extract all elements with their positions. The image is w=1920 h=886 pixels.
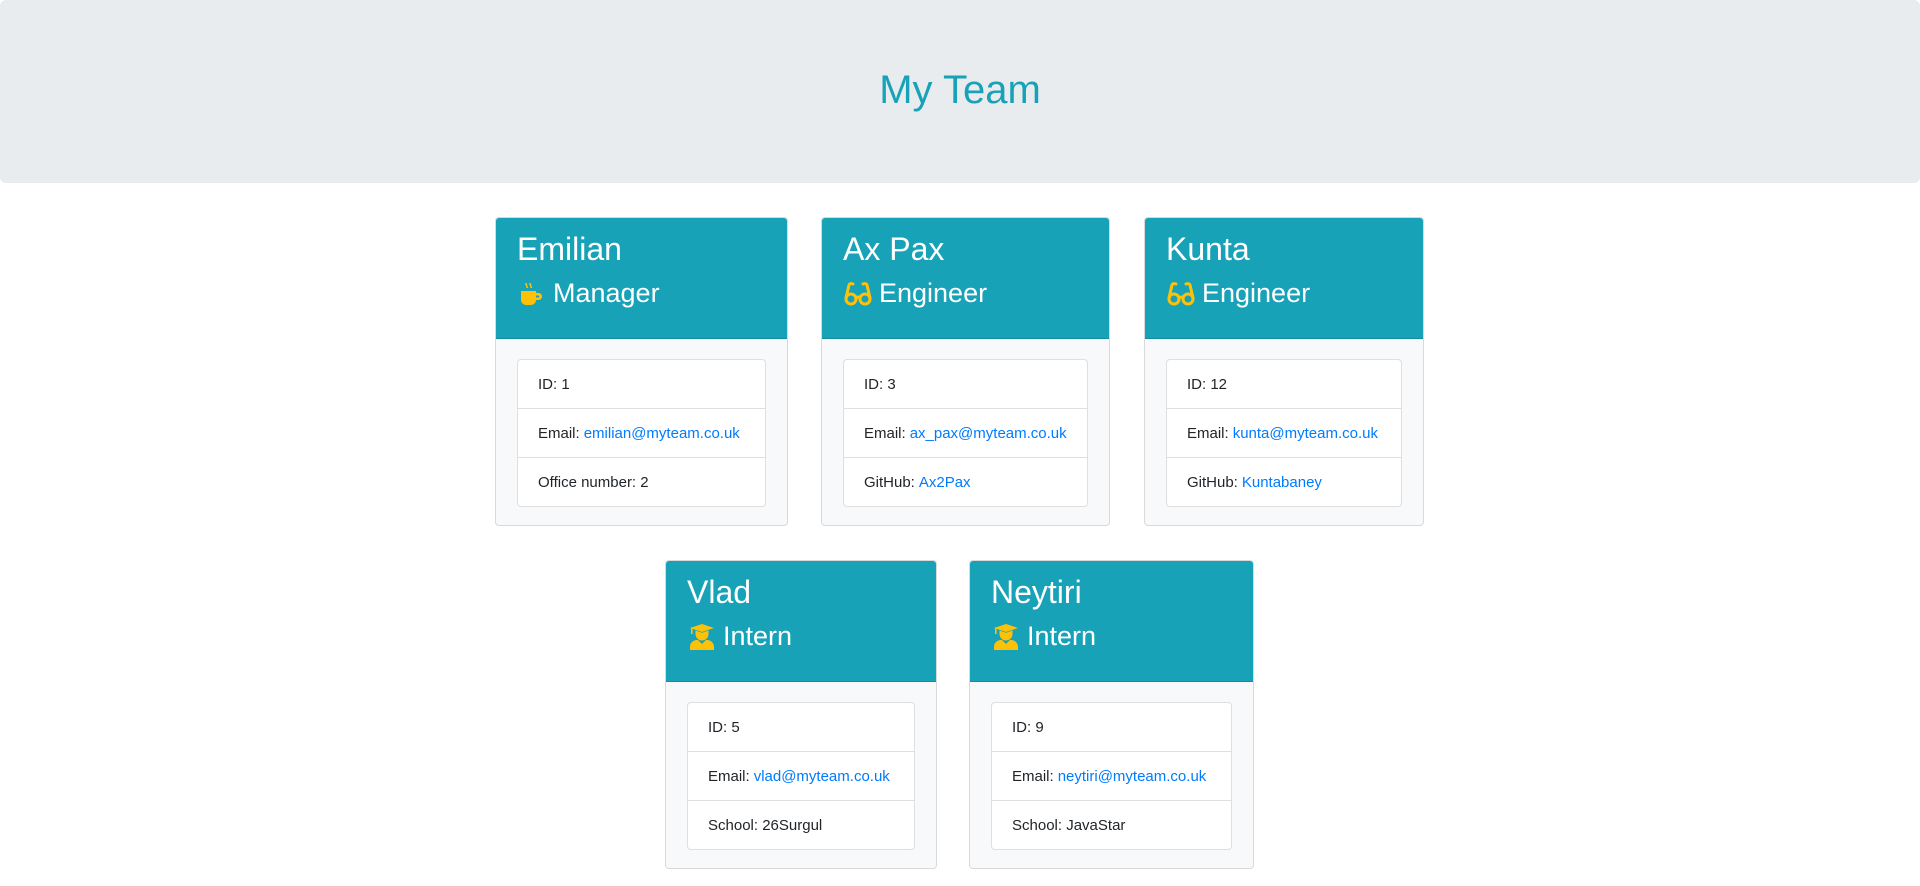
id-row: ID: 3 [844,360,1087,408]
role-label: Engineer [879,278,988,309]
email-link[interactable]: kunta@myteam.co.uk [1233,425,1378,442]
employee-role: Engineer [1166,277,1402,309]
email-row: Email: vlad@myteam.co.uk [688,751,914,800]
employee-name: Ax Pax [843,231,945,267]
email-label: Email: [864,424,906,442]
email-link[interactable]: ax_pax@myteam.co.uk [910,425,1067,442]
id-value: 3 [887,375,896,393]
id-value: 1 [561,375,570,393]
card-body: ID: 1 Email: emilian@myteam.co.uk Office… [496,339,787,525]
employee-role: Intern [687,620,915,652]
school-row: School: 26Surgul [688,800,914,849]
office-number-row: Office number: 2 [518,457,765,506]
glasses-icon [1166,279,1196,309]
card-header: Neytiri Intern [970,561,1253,682]
id-value: 5 [731,718,740,736]
id-row: ID: 9 [992,703,1231,751]
id-value: 9 [1035,718,1044,736]
school-label: School: [1012,816,1063,834]
school-row: School: JavaStar [992,800,1231,849]
email-label: Email: [1187,424,1229,442]
github-link[interactable]: Ax2Pax [919,474,971,491]
id-value: 12 [1210,375,1228,393]
employee-name: Vlad [687,574,752,610]
email-label: Email: [538,424,580,442]
employee-role: Intern [991,620,1232,652]
id-label: ID: [538,375,558,393]
page-header: My Team [0,0,1920,183]
github-label: GitHub: [864,473,915,491]
id-label: ID: [1187,375,1207,393]
card-body: ID: 12 Email: kunta@myteam.co.uk GitHub:… [1145,339,1423,525]
card-header: Ax Pax Engineer [822,218,1109,339]
employee-card: Kunta Engineer ID: 12 Email: kunta@mytea… [1144,217,1424,526]
email-link[interactable]: emilian@myteam.co.uk [584,425,740,442]
id-label: ID: [1012,718,1032,736]
role-label: Engineer [1202,278,1311,309]
details-list: ID: 9 Email: neytiri@myteam.co.uk School… [991,702,1232,850]
card-header: Emilian Manager [496,218,787,339]
role-label: Intern [1027,621,1097,652]
employee-role: Engineer [843,277,1088,309]
office-number-value: 2 [640,473,649,491]
id-row: ID: 1 [518,360,765,408]
glasses-icon [843,279,873,309]
employee-card: Vlad Intern ID: 5 Email: vlad@myteam.co.… [665,560,937,869]
email-row: Email: emilian@myteam.co.uk [518,408,765,457]
email-link[interactable]: neytiri@myteam.co.uk [1058,768,1207,785]
card-body: ID: 5 Email: vlad@myteam.co.uk School: 2… [666,682,936,868]
email-row: Email: neytiri@myteam.co.uk [992,751,1231,800]
email-label: Email: [1012,767,1054,785]
email-label: Email: [708,767,750,785]
details-list: ID: 12 Email: kunta@myteam.co.uk GitHub:… [1166,359,1402,507]
user-graduate-icon [991,622,1021,652]
school-value: 26Surgul [762,816,823,834]
details-list: ID: 1 Email: emilian@myteam.co.uk Office… [517,359,766,507]
mug-hot-icon [517,279,547,309]
employee-name: Neytiri [991,574,1082,610]
card-header: Kunta Engineer [1145,218,1423,339]
details-list: ID: 5 Email: vlad@myteam.co.uk School: 2… [687,702,915,850]
employee-name: Kunta [1166,231,1250,267]
employee-card: Neytiri Intern ID: 9 Email: neytiri@myte… [969,560,1254,869]
employee-card: Ax Pax Engineer ID: 3 Email: ax_pax@myte… [821,217,1110,526]
employee-role: Manager [517,277,766,309]
id-label: ID: [864,375,884,393]
card-body: ID: 3 Email: ax_pax@myteam.co.uk GitHub:… [822,339,1109,525]
id-row: ID: 12 [1167,360,1401,408]
office-number-label: Office number: [538,473,637,491]
email-row: Email: ax_pax@myteam.co.uk [844,408,1087,457]
github-label: GitHub: [1187,473,1238,491]
role-label: Manager [553,278,660,309]
school-label: School: [708,816,759,834]
card-header: Vlad Intern [666,561,936,682]
id-row: ID: 5 [688,703,914,751]
github-row: GitHub: Ax2Pax [844,457,1087,506]
email-link[interactable]: vlad@myteam.co.uk [754,768,890,785]
role-label: Intern [723,621,793,652]
school-value: JavaStar [1066,816,1126,834]
github-row: GitHub: Kuntabaney [1167,457,1401,506]
user-graduate-icon [687,622,717,652]
card-body: ID: 9 Email: neytiri@myteam.co.uk School… [970,682,1253,868]
github-link[interactable]: Kuntabaney [1242,474,1322,491]
id-label: ID: [708,718,728,736]
employee-name: Emilian [517,231,622,267]
email-row: Email: kunta@myteam.co.uk [1167,408,1401,457]
details-list: ID: 3 Email: ax_pax@myteam.co.uk GitHub:… [843,359,1088,507]
page-title: My Team [879,68,1041,112]
employee-card: Emilian Manager ID: 1 Email: emilian@myt… [495,217,788,526]
